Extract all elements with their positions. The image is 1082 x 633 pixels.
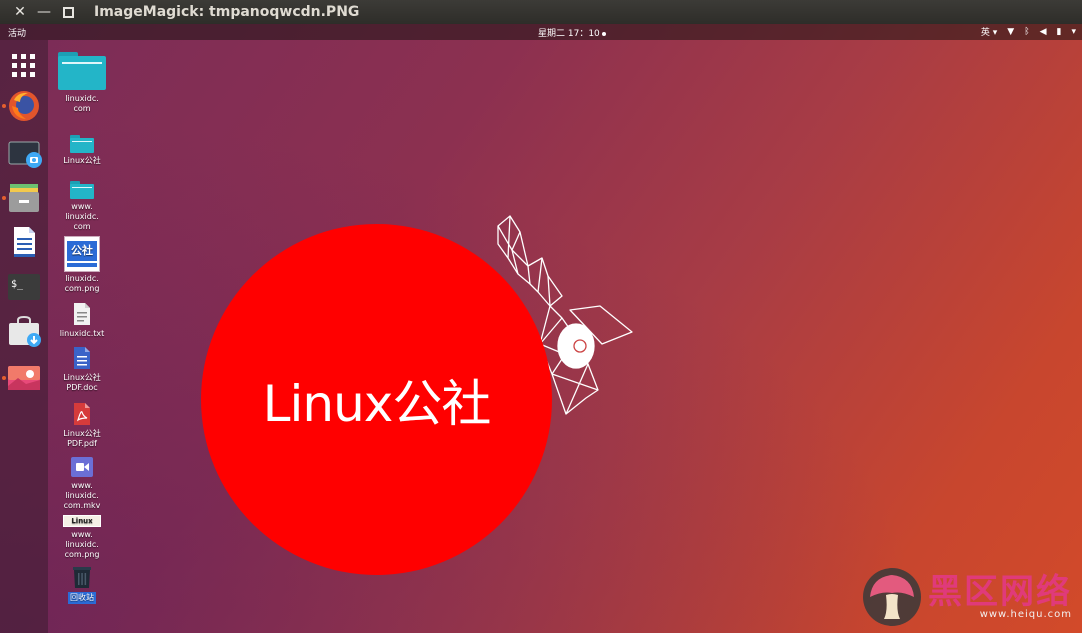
- word-document-icon: [74, 347, 90, 369]
- top-panel: 活动 星期二 17：10 英 ▾ ▼ ᛒ ◀ ▮ ▾: [0, 24, 1082, 40]
- dock-terminal[interactable]: $_: [8, 272, 40, 304]
- watermark-title: 黑区网络: [928, 571, 1072, 612]
- screenshot-icon: [8, 141, 42, 168]
- window-titlebar: ✕ — ImageMagick: tmpanoqwcdn.PNG: [0, 0, 1082, 24]
- folder-icon: [70, 135, 94, 153]
- image-viewer-icon: [8, 366, 40, 390]
- desktop-icon-folder-linuxidc[interactable]: linuxidc. com: [57, 52, 107, 114]
- desktop-icon-png-www[interactable]: Linux www. linuxidc. com.png: [57, 515, 107, 560]
- dock-screenshot[interactable]: [8, 138, 42, 170]
- window-title: ImageMagick: tmpanoqwcdn.PNG: [94, 4, 360, 20]
- dock-image-viewer[interactable]: [8, 362, 40, 394]
- desktop-icon-label: Linux公社 PDF.doc: [63, 373, 101, 392]
- apps-grid-icon: [12, 54, 35, 77]
- minimize-icon: —: [37, 4, 51, 20]
- running-indicator: [2, 104, 6, 108]
- activities-button[interactable]: 活动: [8, 26, 26, 39]
- bluetooth-icon: ᛒ: [1024, 26, 1030, 37]
- desktop-icon-trash[interactable]: 回收站: [57, 565, 107, 604]
- desktop-icon-folder-www[interactable]: www. linuxidc. com: [57, 181, 107, 232]
- desktop-icon-label: linuxidc.txt: [59, 329, 105, 338]
- folder-icon: [70, 181, 94, 199]
- dock-files[interactable]: [8, 182, 40, 214]
- image-thumbnail: 公社: [64, 236, 100, 272]
- desktop-icon-label: linuxidc. com.png: [64, 274, 100, 293]
- trash-icon: [73, 567, 91, 588]
- desktop-icon-mkv[interactable]: www. linuxidc. com.mkv: [57, 456, 107, 511]
- volume-icon: ◀: [1039, 26, 1047, 37]
- dock-apps-grid[interactable]: [8, 50, 40, 82]
- system-tray[interactable]: 英 ▾ ▼ ᛒ ◀ ▮ ▾: [981, 25, 1076, 39]
- pdf-file-icon: [74, 403, 90, 425]
- watermark: 黑区网络 www.heiqu.com: [862, 567, 1072, 627]
- svg-text:$_: $_: [11, 279, 24, 290]
- desktop-icon-label: Linux公社: [63, 156, 101, 165]
- close-icon: ✕: [14, 4, 26, 20]
- desktop-icon-label: 回收站: [68, 592, 96, 604]
- desktop-screenshot: 活动 星期二 17：10 英 ▾ ▼ ᛒ ◀ ▮ ▾ $_ linuxidc. …: [0, 24, 1082, 633]
- desktop-icon-png-linuxidc[interactable]: 公社 linuxidc. com.png: [57, 236, 107, 294]
- desktop-icon-label: linuxidc. com: [65, 94, 99, 113]
- desktop-icon-doc[interactable]: Linux公社 PDF.doc: [57, 346, 107, 393]
- circle-text: Linux公社: [262, 374, 492, 433]
- running-indicator: [2, 196, 6, 200]
- desktop-icon-folder-linux-gongshe[interactable]: Linux公社: [57, 135, 107, 166]
- folder-icon: [58, 52, 106, 90]
- power-menu-icon: ▾: [1071, 26, 1076, 37]
- battery-icon: ▮: [1056, 26, 1062, 37]
- software-icon: [9, 315, 41, 347]
- thumbnail-logo-text: 公社: [67, 241, 97, 261]
- desktop-icon-label: www. linuxidc. com.mkv: [63, 481, 101, 510]
- minimize-button[interactable]: —: [32, 0, 56, 24]
- maximize-button[interactable]: [56, 0, 80, 24]
- red-circle-graphic: Linux公社: [201, 224, 552, 575]
- launcher-dock: $_: [0, 40, 48, 633]
- input-method-indicator[interactable]: 英 ▾: [981, 25, 997, 38]
- notification-dot-icon: [601, 31, 606, 36]
- writer-icon: [14, 227, 35, 257]
- network-icon: ▼: [1007, 26, 1015, 37]
- video-file-icon: [71, 457, 93, 477]
- clock[interactable]: 星期二 17：10: [538, 26, 606, 39]
- firefox-icon: [9, 91, 39, 121]
- running-indicator: [2, 376, 6, 380]
- dock-firefox[interactable]: [8, 90, 40, 122]
- thumbnail-logo-text: Linux: [71, 517, 93, 525]
- mushroom-logo-icon: [863, 568, 921, 626]
- desktop-icon-txt[interactable]: linuxidc.txt: [57, 302, 107, 339]
- desktop-icon-label: www. linuxidc. com: [65, 202, 99, 231]
- clock-label: 星期二 17：10: [538, 29, 600, 39]
- text-file-icon: [74, 303, 90, 325]
- dock-software[interactable]: [8, 315, 41, 348]
- desktop-icon-label: www. linuxidc. com.png: [64, 530, 100, 559]
- desktop-icon-label: Linux公社 PDF.pdf: [63, 429, 101, 448]
- desktop-icon-pdf[interactable]: Linux公社 PDF.pdf: [57, 402, 107, 449]
- files-icon: [9, 184, 39, 212]
- image-thumbnail: Linux: [63, 515, 101, 527]
- terminal-icon: $_: [8, 274, 40, 300]
- dock-writer[interactable]: [8, 226, 40, 258]
- maximize-icon: [62, 6, 74, 18]
- close-button[interactable]: ✕: [8, 0, 32, 24]
